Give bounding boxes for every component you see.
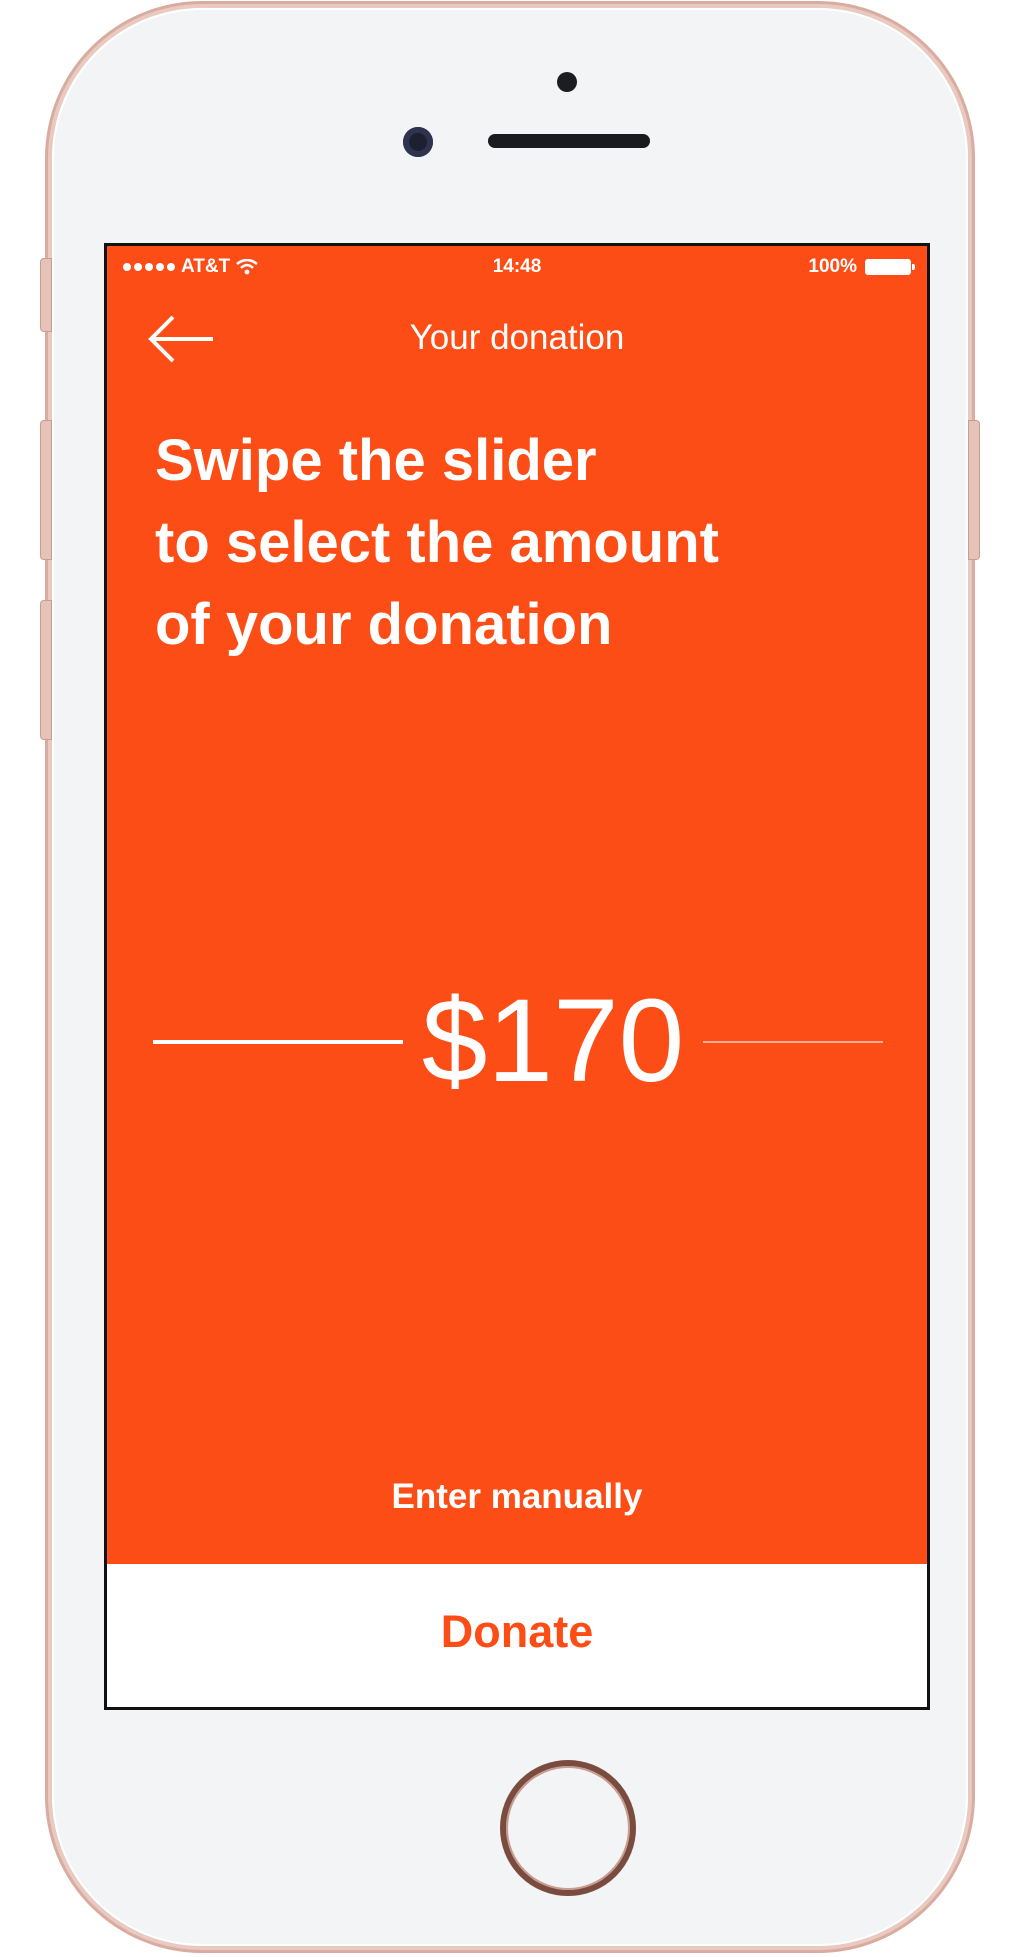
battery-percentage: 100% <box>808 256 857 277</box>
navigation-bar: Your donation <box>107 304 927 374</box>
page-title: Your donation <box>409 318 625 357</box>
status-time: 14:48 <box>492 256 542 277</box>
slider-track-remaining <box>703 1041 883 1043</box>
donate-button[interactable]: Donate <box>107 1564 927 1707</box>
home-button[interactable] <box>500 1760 636 1896</box>
power-button <box>968 420 980 560</box>
status-right: 100% <box>808 256 915 278</box>
donation-amount-value[interactable]: $170 <box>403 966 703 1116</box>
app-screen: AT&T 14:48 100% Your donation Swipe the … <box>104 243 930 1710</box>
status-bar: AT&T 14:48 100% <box>107 246 927 286</box>
front-camera <box>403 127 433 157</box>
donation-amount-slider[interactable]: $170 <box>153 966 883 1116</box>
headline-line: of your donation <box>155 592 613 657</box>
instruction-headline: Swipe the slider to select the amount of… <box>155 420 895 666</box>
silent-switch <box>40 258 52 332</box>
volume-up-button <box>40 420 52 560</box>
earpiece-speaker <box>488 134 650 148</box>
enter-manually-link[interactable]: Enter manually <box>107 1477 927 1517</box>
headline-line: to select the amount <box>155 510 719 575</box>
battery-icon <box>865 259 915 275</box>
volume-down-button <box>40 600 52 740</box>
headline-line: Swipe the slider <box>155 428 597 493</box>
slider-track-filled <box>153 1040 403 1044</box>
proximity-sensor <box>557 72 577 92</box>
